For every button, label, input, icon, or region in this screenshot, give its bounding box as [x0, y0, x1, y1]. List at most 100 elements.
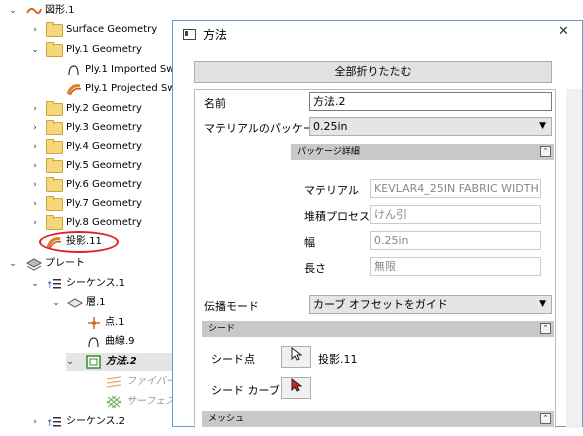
process-field: けん引 [370, 205, 541, 224]
seed-point-label: シード点 [211, 353, 255, 366]
projected-surface-icon [66, 82, 82, 96]
tree-item-label: ファイバー [126, 376, 176, 387]
package-details-title: パッケージ詳細 [297, 147, 360, 157]
cursor-icon [291, 377, 303, 392]
package-select[interactable]: 0.25in ▼ [309, 117, 552, 136]
folder-icon [46, 215, 63, 230]
tree-item-label: シーケンス.1 [66, 278, 126, 289]
tree-item-label: Ply.5 Geometry [66, 160, 142, 171]
tree-item-label: 層.1 [86, 297, 106, 308]
tree-item[interactable]: ⌄ プレート [0, 255, 170, 273]
tree-item[interactable]: ⌄ 層.1 [0, 294, 170, 312]
tree-item[interactable]: Ply.1 Imported Sw [0, 61, 174, 79]
dialog-title: 方法 [203, 28, 228, 42]
chevron-right-icon[interactable]: › [29, 214, 41, 232]
dialog-titlebar[interactable]: 方法 ✕ [173, 21, 582, 47]
chevron-down-icon[interactable]: ⌄ [7, 255, 19, 273]
method-icon [86, 355, 102, 369]
process-label: 堆積プロセス [304, 210, 370, 223]
tree-item-label: Ply.1 Geometry [66, 44, 142, 55]
chevron-right-icon[interactable]: › [29, 100, 41, 118]
method-dialog: 方法 ✕ 全部折りたたむ 名前 方法.2 マテリアルのパッケージ 0.25in … [172, 20, 583, 428]
tree-item[interactable]: › Ply.4 Geometry [0, 138, 170, 156]
tree-item[interactable]: › Ply.3 Geometry [0, 119, 170, 137]
name-field[interactable]: 方法.2 [309, 92, 552, 111]
chevron-right-icon[interactable]: › [29, 119, 41, 137]
chevron-down-icon: ▼ [539, 121, 546, 131]
seed-title: シード [208, 324, 236, 334]
tree-root-label: 図形.1 [45, 5, 75, 16]
package-details-header[interactable]: パッケージ詳細 ⌃ [291, 144, 554, 160]
propagation-label: 伝播モード [204, 300, 259, 313]
chevron-right-icon[interactable]: › [29, 176, 41, 194]
curve-icon [86, 335, 102, 349]
width-label: 幅 [304, 236, 315, 249]
tree-item-label: 点.1 [105, 317, 125, 328]
chevron-down-icon[interactable]: ⌄ [50, 294, 62, 312]
tree-item[interactable]: ファイバー [0, 373, 176, 391]
tree-item[interactable]: › Ply.8 Geometry [0, 214, 170, 232]
material-label: マテリアル [304, 184, 359, 197]
package-label: マテリアルのパッケージ [204, 122, 325, 135]
layers-icon [25, 257, 43, 271]
chevron-right-icon[interactable]: › [29, 195, 41, 213]
window-icon [183, 29, 196, 40]
tree-item-label: Ply.7 Geometry [66, 198, 142, 209]
seed-point-pick-button[interactable] [281, 346, 311, 368]
chevron-right-icon[interactable]: › [29, 413, 41, 431]
tree-item-label: Surface Geometry [66, 24, 158, 35]
seed-header[interactable]: シード ⌃ [202, 321, 554, 337]
tree-item[interactable]: サーフェス [0, 393, 176, 411]
folder-icon [46, 120, 63, 135]
tree-item[interactable]: › ↑ シーケンス.2 [0, 413, 170, 431]
chevron-down-icon: ▼ [539, 299, 546, 309]
tree-item-selected[interactable]: ⌄ 方法.2 [66, 353, 172, 371]
tree-item-label: Ply.1 Projected Sw [85, 83, 176, 94]
seed-curve-pick-button[interactable] [281, 377, 311, 399]
folder-icon [46, 42, 63, 57]
shape-icon [26, 4, 42, 18]
tree-item[interactable]: 曲線.9 [0, 333, 170, 351]
tree-item[interactable]: ⌄ Ply.1 Geometry [0, 41, 170, 59]
collapse-up-icon[interactable]: ⌃ [540, 323, 551, 334]
tree-item[interactable]: › Ply.7 Geometry [0, 195, 170, 213]
close-icon[interactable]: ✕ [558, 24, 569, 39]
chevron-down-icon[interactable]: ⌄ [7, 2, 19, 20]
tree-item-label: 曲線.9 [105, 336, 135, 347]
tree-item[interactable]: ⌄ ↑ シーケンス.1 [0, 275, 170, 293]
propagation-select-value: カーブ オフセットをガイド [313, 298, 448, 311]
folder-icon [46, 158, 63, 173]
cursor-icon [291, 346, 303, 361]
chevron-down-icon[interactable]: ⌄ [29, 41, 41, 59]
surface-mesh-icon [106, 395, 122, 409]
tree-item[interactable]: › Surface Geometry [0, 21, 170, 39]
ply-icon [66, 296, 84, 310]
mesh-header[interactable]: メッシュ ⌃ [202, 411, 554, 427]
tree-item-label: Ply.6 Geometry [66, 179, 142, 190]
tree-item[interactable]: › Ply.6 Geometry [0, 176, 170, 194]
tree-item-label: サーフェス [126, 396, 176, 407]
tree-item-label: シーケンス.2 [66, 416, 126, 427]
length-field: 無限 [370, 257, 541, 276]
chevron-right-icon[interactable]: › [29, 157, 41, 175]
scrollbar[interactable] [566, 89, 582, 428]
tree-item[interactable]: 点.1 [0, 314, 170, 332]
svg-text:↑: ↑ [46, 281, 54, 291]
tree-item-label: Ply.4 Geometry [66, 141, 142, 152]
tree-item-label: Ply.3 Geometry [66, 122, 142, 133]
collapse-up-icon[interactable]: ⌃ [540, 413, 551, 424]
folder-icon [46, 139, 63, 154]
chevron-right-icon[interactable]: › [29, 138, 41, 156]
chevron-right-icon[interactable]: › [29, 21, 41, 39]
tree-item-label: Ply.8 Geometry [66, 217, 142, 228]
chevron-down-icon[interactable]: ⌄ [29, 275, 41, 293]
tree-item[interactable]: › Ply.2 Geometry [0, 100, 170, 118]
tree-item[interactable]: › Ply.5 Geometry [0, 157, 170, 175]
tree-item[interactable]: Ply.1 Projected Sw [0, 80, 176, 98]
propagation-select[interactable]: カーブ オフセットをガイド ▼ [309, 295, 552, 314]
tree-item-label: 方法.2 [106, 356, 137, 367]
chevron-down-icon[interactable]: ⌄ [64, 353, 76, 371]
collapse-all-button[interactable]: 全部折りたたむ [194, 61, 552, 83]
collapse-up-icon[interactable]: ⌃ [540, 146, 551, 157]
tree-root-row[interactable]: ⌄ 図形.1 [0, 2, 170, 20]
